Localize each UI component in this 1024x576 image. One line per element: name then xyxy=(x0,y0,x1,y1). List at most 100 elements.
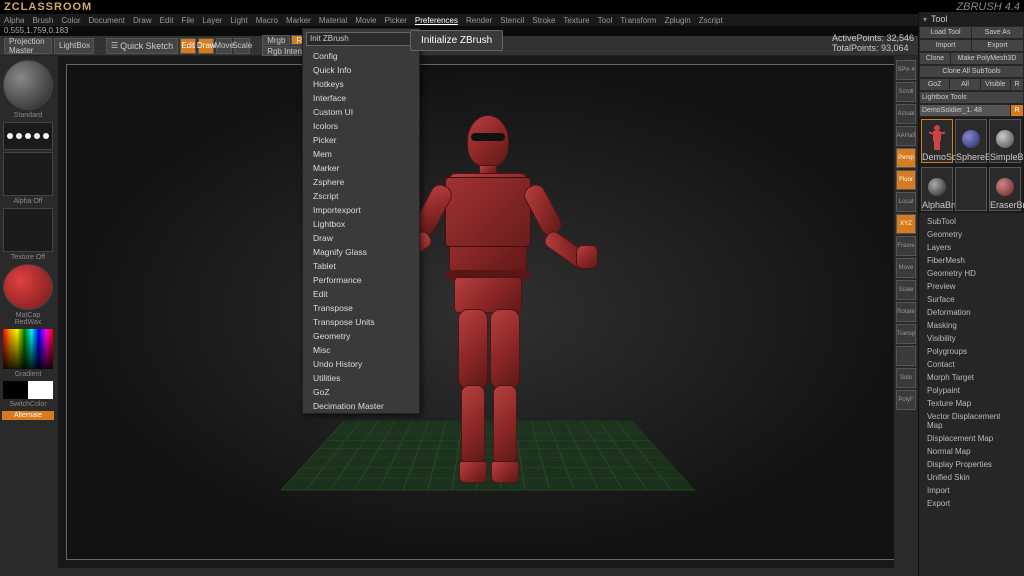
section-import[interactable]: Import xyxy=(919,484,1024,497)
pref-draw[interactable]: Draw xyxy=(303,231,419,245)
draw-mode-button[interactable]: Draw xyxy=(198,38,214,54)
menu-movie[interactable]: Movie xyxy=(353,16,378,25)
section-visibility[interactable]: Visibility xyxy=(919,332,1024,345)
pref-geometry[interactable]: Geometry xyxy=(303,329,419,343)
section-normal-map[interactable]: Normal Map xyxy=(919,445,1024,458)
menu-zplugin[interactable]: Zplugin xyxy=(662,16,692,25)
save-as-button[interactable]: Save As xyxy=(972,27,1023,38)
nav-solo[interactable]: Solo xyxy=(896,368,916,388)
menu-file[interactable]: File xyxy=(179,16,196,25)
tool-thumb-alphabrush[interactable]: AlphaBrush xyxy=(921,167,953,211)
pref-hotkeys[interactable]: Hotkeys xyxy=(303,77,419,91)
pref-utilities[interactable]: Utilities xyxy=(303,371,419,385)
section-texture-map[interactable]: Texture Map xyxy=(919,397,1024,410)
dropdown-search[interactable]: Init ZBrush xyxy=(306,32,416,46)
menu-tool[interactable]: Tool xyxy=(596,16,615,25)
pref-transpose[interactable]: Transpose xyxy=(303,301,419,315)
section-geometry[interactable]: Geometry xyxy=(919,228,1024,241)
move-mode-button[interactable]: Move xyxy=(216,38,232,54)
menu-macro[interactable]: Macro xyxy=(254,16,280,25)
nav-scroll[interactable]: Scroll xyxy=(896,82,916,102)
section-preview[interactable]: Preview xyxy=(919,280,1024,293)
nav-persp[interactable]: Persp xyxy=(896,148,916,168)
menu-preferences[interactable]: Preferences xyxy=(413,16,460,25)
tool-thumb-simplebrush[interactable]: SimpleBrush xyxy=(989,119,1021,163)
mrgb-button[interactable]: Mrgb xyxy=(262,35,290,45)
color-picker[interactable] xyxy=(3,329,53,369)
section-morph-target[interactable]: Morph Target xyxy=(919,371,1024,384)
section-unified-skin[interactable]: Unified Skin xyxy=(919,471,1024,484)
nav-actual[interactable]: Actual xyxy=(896,104,916,124)
pref-marker[interactable]: Marker xyxy=(303,161,419,175)
import-button[interactable]: Import xyxy=(920,40,971,51)
nav-rotate[interactable]: Rotate xyxy=(896,302,916,322)
pref-custom-ui[interactable]: Custom UI xyxy=(303,105,419,119)
section-contact[interactable]: Contact xyxy=(919,358,1024,371)
menu-picker[interactable]: Picker xyxy=(383,16,409,25)
pref-mem[interactable]: Mem xyxy=(303,147,419,161)
tool-thumb-eraser[interactable]: EraserBrush xyxy=(989,167,1021,211)
pref-icolors[interactable]: Icolors xyxy=(303,119,419,133)
nav-scale[interactable]: Scale xyxy=(896,280,916,300)
stroke-thumb[interactable] xyxy=(3,122,53,150)
nav-floor[interactable]: Floor xyxy=(896,170,916,190)
pref-magnify-glass[interactable]: Magnify Glass xyxy=(303,245,419,259)
load-tool-button[interactable]: Load Tool xyxy=(920,27,971,38)
nav-aahalf[interactable]: AAHalf xyxy=(896,126,916,146)
section-display-properties[interactable]: Display Properties xyxy=(919,458,1024,471)
section-polygroups[interactable]: Polygroups xyxy=(919,345,1024,358)
section-fibermesh[interactable]: FiberMesh xyxy=(919,254,1024,267)
material-thumb[interactable] xyxy=(3,264,53,310)
nav-transp[interactable]: Transp xyxy=(896,324,916,344)
menu-zscript[interactable]: Zscript xyxy=(697,16,725,25)
section-surface[interactable]: Surface xyxy=(919,293,1024,306)
nav-polyf[interactable]: PolyF xyxy=(896,390,916,410)
menu-light[interactable]: Light xyxy=(228,16,249,25)
current-tool[interactable]: DemoSoldier_1. 48 xyxy=(920,105,1010,116)
alpha-thumb[interactable] xyxy=(3,152,53,196)
color-swatches[interactable] xyxy=(3,381,53,399)
edit-mode-button[interactable]: Edit xyxy=(180,38,196,54)
section-layers[interactable]: Layers xyxy=(919,241,1024,254)
pref-importexport[interactable]: Importexport xyxy=(303,203,419,217)
pref-performance[interactable]: Performance xyxy=(303,273,419,287)
menu-brush[interactable]: Brush xyxy=(30,16,55,25)
nav-move[interactable]: Move xyxy=(896,258,916,278)
pref-zsphere[interactable]: Zsphere xyxy=(303,175,419,189)
menu-render[interactable]: Render xyxy=(464,16,494,25)
goz-button[interactable]: GoZ xyxy=(920,79,949,90)
section-masking[interactable]: Masking xyxy=(919,319,1024,332)
tool-thumb-soldier[interactable]: DemoSoldier_1 xyxy=(921,119,953,163)
nav-blank[interactable] xyxy=(896,346,916,366)
menu-stroke[interactable]: Stroke xyxy=(530,16,557,25)
pref-misc[interactable]: Misc xyxy=(303,343,419,357)
section-deformation[interactable]: Deformation xyxy=(919,306,1024,319)
alternate-button[interactable]: Alternate xyxy=(2,411,54,420)
clone-all-button[interactable]: Clone All SubTools xyxy=(920,66,1023,77)
goz-all-button[interactable]: All xyxy=(950,79,979,90)
scale-mode-button[interactable]: Scale xyxy=(234,38,250,54)
tool-r-button[interactable]: R xyxy=(1011,105,1023,116)
menu-material[interactable]: Material xyxy=(317,16,349,25)
section-subtool[interactable]: SubTool xyxy=(919,215,1024,228)
chevron-down-icon[interactable]: ▾ xyxy=(923,15,927,24)
pref-decimation-master[interactable]: Decimation Master xyxy=(303,399,419,413)
texture-thumb[interactable] xyxy=(3,208,53,252)
pref-goz[interactable]: GoZ xyxy=(303,385,419,399)
section-export[interactable]: Export xyxy=(919,497,1024,510)
section-geometry-hd[interactable]: Geometry HD xyxy=(919,267,1024,280)
menu-edit[interactable]: Edit xyxy=(158,16,176,25)
menu-document[interactable]: Document xyxy=(87,16,127,25)
pref-interface[interactable]: Interface xyxy=(303,91,419,105)
pref-quick-info[interactable]: Quick Info xyxy=(303,63,419,77)
pref-picker[interactable]: Picker xyxy=(303,133,419,147)
pref-transpose-units[interactable]: Transpose Units xyxy=(303,315,419,329)
menu-marker[interactable]: Marker xyxy=(284,16,313,25)
menu-layer[interactable]: Layer xyxy=(200,16,224,25)
nav-xyz[interactable]: XYZ xyxy=(896,214,916,234)
goz-visible-button[interactable]: Visible xyxy=(981,79,1010,90)
tool-thumb-spherebrush[interactable]: SphereBrush xyxy=(955,119,987,163)
section-displacement-map[interactable]: Displacement Map xyxy=(919,432,1024,445)
viewport[interactable] xyxy=(66,64,910,560)
nav-spix4[interactable]: SPix 4 xyxy=(896,60,916,80)
